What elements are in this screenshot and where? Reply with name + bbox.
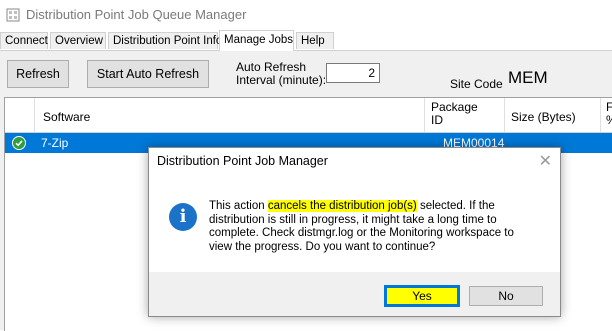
window-title: Distribution Point Job Queue Manager bbox=[26, 7, 247, 22]
start-auto-refresh-button[interactable]: Start Auto Refresh bbox=[87, 60, 209, 88]
dialog-message: This action cancels the distribution job… bbox=[209, 200, 514, 253]
auto-refresh-interval-input[interactable]: 2 bbox=[326, 63, 380, 83]
refresh-button[interactable]: Refresh bbox=[7, 60, 69, 88]
header-extra-column[interactable]: F % bbox=[601, 98, 612, 132]
yes-button[interactable]: Yes bbox=[384, 285, 460, 307]
header-status-column[interactable] bbox=[5, 98, 35, 132]
highlighted-text: cancels the distribution job(s) bbox=[267, 200, 417, 212]
header-software[interactable]: Software bbox=[35, 98, 425, 132]
no-button[interactable]: No bbox=[469, 286, 543, 306]
tab-bar: Connect Overview Distribution Point Info… bbox=[0, 30, 612, 51]
site-code-label: Site Code bbox=[450, 77, 503, 91]
grid-header: Software Package ID Size (Bytes) F % bbox=[5, 98, 612, 133]
row-software: 7-Zip bbox=[41, 136, 69, 150]
tab-connect[interactable]: Connect bbox=[0, 32, 48, 49]
dialog-title: Distribution Point Job Manager bbox=[157, 154, 328, 168]
info-icon: i bbox=[169, 203, 197, 231]
close-icon[interactable]: ✕ bbox=[539, 151, 552, 171]
tab-overview[interactable]: Overview bbox=[50, 32, 106, 49]
title-bar: Distribution Point Job Queue Manager bbox=[0, 0, 612, 30]
tab-help[interactable]: Help bbox=[296, 32, 334, 49]
tab-manage-jobs[interactable]: Manage Jobs bbox=[219, 30, 294, 51]
check-circle-icon bbox=[12, 136, 26, 150]
confirm-cancel-dialog: Distribution Point Job Manager ✕ i This … bbox=[148, 147, 561, 317]
tab-distribution-point-info[interactable]: Distribution Point Info bbox=[108, 32, 222, 49]
header-size-bytes[interactable]: Size (Bytes) bbox=[505, 98, 601, 132]
auto-refresh-interval-label: Auto Refresh Interval (minute): bbox=[236, 60, 327, 87]
site-code-value: MEM bbox=[508, 68, 548, 87]
header-package-id[interactable]: Package ID bbox=[425, 98, 505, 132]
app-icon bbox=[6, 8, 20, 22]
